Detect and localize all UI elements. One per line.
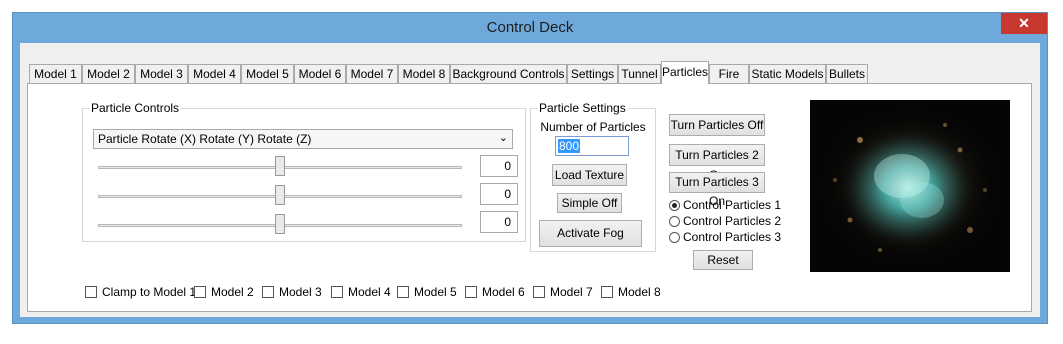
clamp-model-8-checkbox[interactable]: Model 8 [601, 285, 661, 299]
particle-controls-group: Particle Controls Particle Rotate (X) Ro… [82, 101, 526, 242]
radio-button[interactable] [669, 231, 680, 243]
checkbox-label: Model 2 [211, 285, 254, 299]
tab-settings[interactable]: Settings [567, 64, 618, 83]
clamp-model-2-checkbox[interactable]: Model 2 [194, 285, 254, 299]
load-texture-button[interactable]: Load Texture [552, 164, 627, 186]
tab-tunnel[interactable]: Tunnel [618, 64, 661, 83]
checkbox-box[interactable] [465, 286, 477, 298]
slider-value-z[interactable]: 0 [480, 211, 518, 233]
turn-particles-3-on-button[interactable]: Turn Particles 3 On [669, 172, 765, 208]
checkbox-label: Model 6 [482, 285, 525, 299]
particle-cloud-image [810, 100, 1010, 272]
radio-label: Control Particles 2 [683, 214, 782, 228]
particle-count-input[interactable]: 800 [555, 136, 629, 156]
tab-bullets[interactable]: Bullets [826, 64, 868, 83]
particle-settings-group: Particle Settings Number of Particles 80… [530, 101, 656, 252]
checkbox-label: Clamp to Model 1 [102, 285, 197, 299]
checkbox-box[interactable] [85, 286, 97, 298]
window-title: Control Deck [486, 19, 574, 36]
radio-control-particles-2[interactable]: Control Particles 2 [669, 214, 781, 228]
close-button[interactable]: ✕ [1001, 13, 1047, 34]
tab-model-6[interactable]: Model 6 [294, 64, 346, 83]
checkbox-box[interactable] [397, 286, 409, 298]
particle-settings-title: Particle Settings [537, 101, 628, 115]
checkbox-label: Model 4 [348, 285, 391, 299]
checkbox-label: Model 8 [618, 285, 661, 299]
particle-count-label: Number of Particles [540, 120, 646, 134]
turn-particles-off-button[interactable]: Turn Particles Off [669, 114, 765, 136]
tab-model-1[interactable]: Model 1 [29, 64, 82, 83]
close-icon: ✕ [1018, 15, 1030, 31]
clamp-model-4-checkbox[interactable]: Model 4 [331, 285, 391, 299]
clamp-model-5-checkbox[interactable]: Model 5 [397, 285, 457, 299]
rotation-select[interactable]: Particle Rotate (X) Rotate (Y) Rotate (Z… [93, 129, 513, 149]
tab-model-5[interactable]: Model 5 [241, 64, 294, 83]
checkbox-label: Model 5 [414, 285, 457, 299]
tab-static-models[interactable]: Static Models [749, 64, 826, 83]
clamp-model-7-checkbox[interactable]: Model 7 [533, 285, 593, 299]
checkbox-box[interactable] [194, 286, 206, 298]
tab-fire[interactable]: Fire [709, 64, 749, 83]
slider-thumb-z[interactable] [275, 214, 285, 234]
clamp-model-1-checkbox[interactable]: Clamp to Model 1 [85, 285, 196, 299]
particles-panel: Particle Controls Particle Rotate (X) Ro… [27, 83, 1032, 312]
tab-model-4[interactable]: Model 4 [188, 64, 241, 83]
turn-particles-2-on-button[interactable]: Turn Particles 2 On [669, 144, 765, 182]
radio-control-particles-3[interactable]: Control Particles 3 [669, 230, 781, 244]
radio-label: Control Particles 3 [683, 230, 782, 244]
app-window: Control Deck ✕ Model 1 Model 2 Model 3 M… [12, 12, 1048, 324]
tab-model-3[interactable]: Model 3 [135, 64, 188, 83]
checkbox-label: Model 3 [279, 285, 322, 299]
chevron-down-icon: ⌄ [498, 132, 508, 144]
checkbox-box[interactable] [601, 286, 613, 298]
particle-controls-title: Particle Controls [89, 101, 182, 115]
tab-model-7[interactable]: Model 7 [346, 64, 398, 83]
radio-button[interactable] [669, 215, 680, 227]
simple-off-button[interactable]: Simple Off [557, 193, 622, 213]
tab-particles[interactable]: Particles [661, 61, 709, 84]
reset-button[interactable]: Reset [693, 250, 753, 270]
slider-value-y[interactable]: 0 [480, 183, 518, 205]
slider-thumb-x[interactable] [275, 156, 285, 176]
tab-model-8[interactable]: Model 8 [398, 64, 450, 83]
radio-button[interactable] [669, 199, 680, 211]
particle-preview [810, 100, 1010, 272]
tab-background-controls[interactable]: Background Controls [450, 64, 567, 83]
activate-fog-button[interactable]: Activate Fog [539, 220, 642, 247]
slider-thumb-y[interactable] [275, 185, 285, 205]
radio-label: Control Particles 1 [683, 198, 782, 212]
clamp-model-6-checkbox[interactable]: Model 6 [465, 285, 525, 299]
radio-control-particles-1[interactable]: Control Particles 1 [669, 198, 781, 212]
checkbox-label: Model 7 [550, 285, 593, 299]
checkbox-box[interactable] [331, 286, 343, 298]
client-area: Model 1 Model 2 Model 3 Model 4 Model 5 … [20, 43, 1040, 317]
checkbox-box[interactable] [533, 286, 545, 298]
checkbox-box[interactable] [262, 286, 274, 298]
tab-model-2[interactable]: Model 2 [82, 64, 135, 83]
rotation-select-value: Particle Rotate (X) Rotate (Y) Rotate (Z… [98, 132, 312, 146]
title-bar[interactable]: Control Deck ✕ [13, 13, 1047, 43]
particle-count-value: 800 [558, 139, 581, 153]
clamp-model-3-checkbox[interactable]: Model 3 [262, 285, 322, 299]
slider-value-x[interactable]: 0 [480, 155, 518, 177]
